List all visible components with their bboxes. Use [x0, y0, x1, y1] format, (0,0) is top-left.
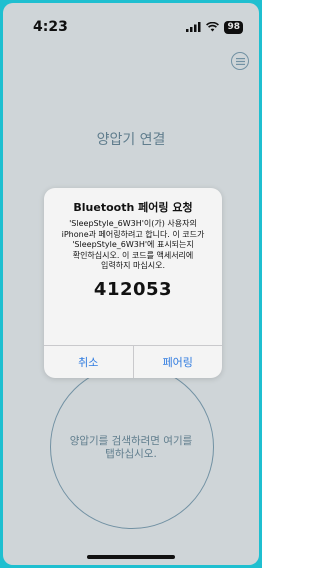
- pair-button[interactable]: 페어링: [134, 346, 223, 378]
- cancel-button[interactable]: 취소: [44, 346, 134, 378]
- home-indicator[interactable]: [87, 555, 175, 559]
- alert-actions: 취소 페어링: [44, 345, 222, 378]
- bluetooth-pairing-alert: Bluetooth 페어링 요청 'SleepStyle_6W3H'이(가) 사…: [44, 188, 222, 378]
- alert-message: 'SleepStyle_6W3H'이(가) 사용자의 iPhone과 페어링하려…: [61, 219, 205, 270]
- alert-body: Bluetooth 페어링 요청 'SleepStyle_6W3H'이(가) 사…: [44, 188, 222, 300]
- pairing-code: 412053: [93, 278, 173, 300]
- app-screen: 4:23 98 양압기 연결 양압기를 검색하려면 여기를 탭하십시오. Blu…: [3, 3, 259, 565]
- alert-title: Bluetooth 페어링 요청: [73, 201, 193, 214]
- device-frame: 4:23 98 양압기 연결 양압기를 검색하려면 여기를 탭하십시오. Blu…: [0, 0, 262, 568]
